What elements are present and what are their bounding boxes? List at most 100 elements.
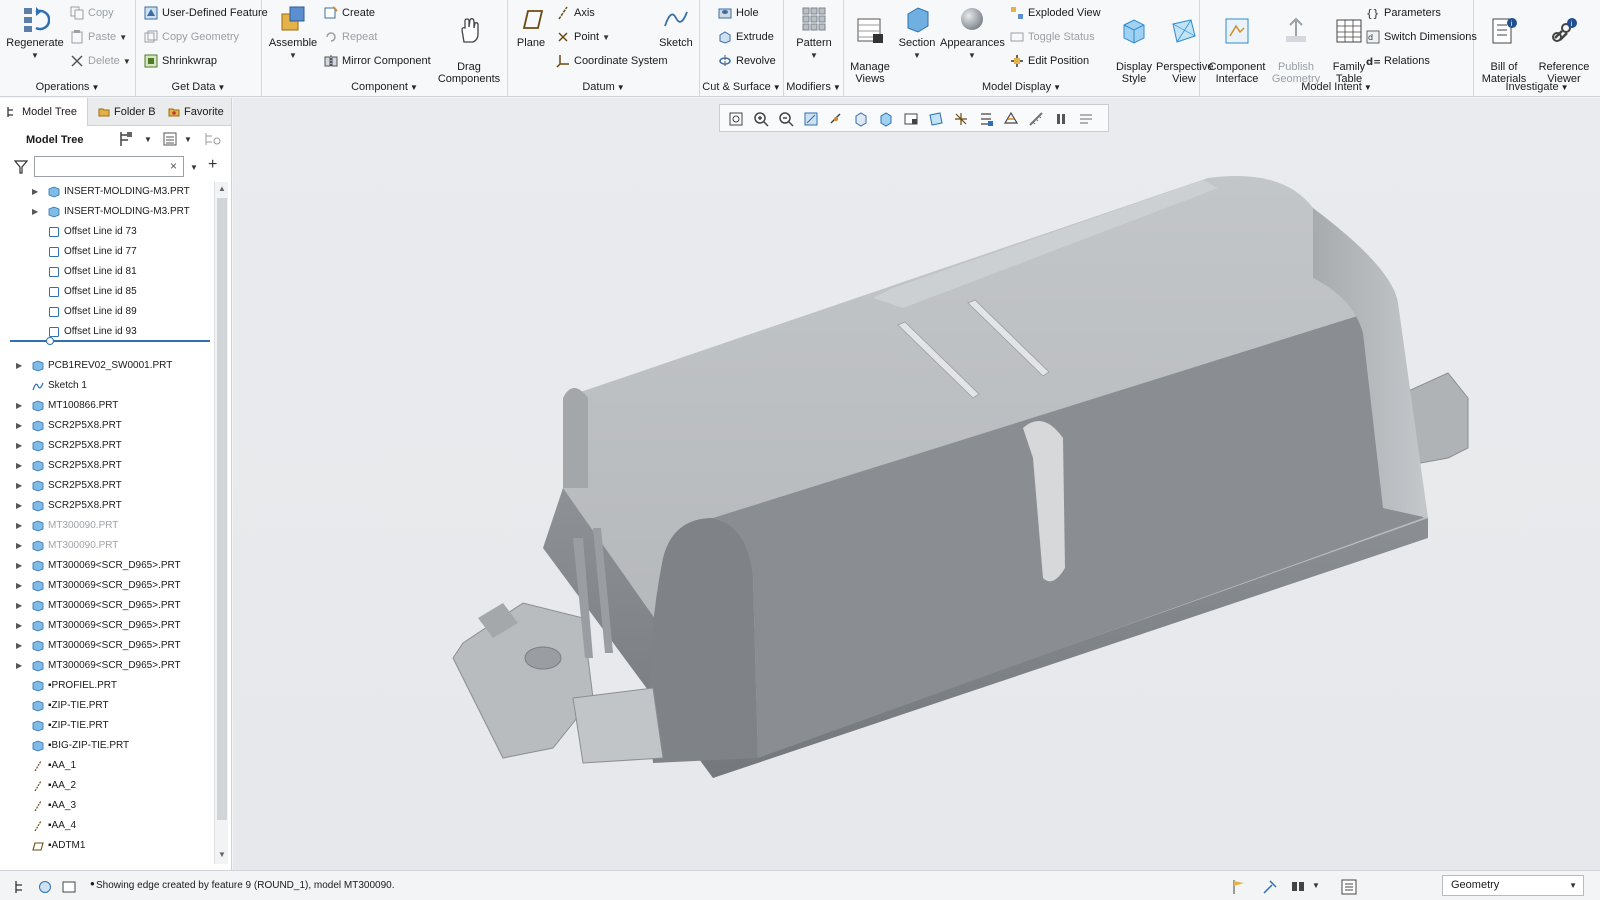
- tab-model-tree[interactable]: Model Tree: [0, 98, 88, 126]
- regenerate-button[interactable]: Regenerate ▼: [6, 4, 64, 62]
- relations-button[interactable]: d= Relations: [1366, 51, 1430, 71]
- expand-arrow-icon[interactable]: ▶: [16, 456, 22, 476]
- graphics-window[interactable]: [233, 98, 1600, 870]
- tree-filter-icon[interactable]: [204, 131, 222, 147]
- settings-icon[interactable]: [118, 130, 134, 148]
- browser-icon[interactable]: [38, 880, 52, 894]
- group-label-get-data[interactable]: Get Data ▼: [136, 81, 261, 93]
- clear-search-icon[interactable]: ×: [170, 159, 177, 173]
- expand-arrow-icon[interactable]: ▶: [16, 496, 22, 516]
- exploded-view-button[interactable]: Exploded View: [1010, 3, 1101, 23]
- filter-icon[interactable]: [14, 160, 28, 174]
- add-icon[interactable]: +: [208, 156, 217, 174]
- group-label-datum[interactable]: Datum ▼: [508, 81, 699, 93]
- drag-components-button[interactable]: Drag Components: [436, 4, 502, 85]
- smart-select-icon[interactable]: [1262, 879, 1278, 895]
- tree-search-input[interactable]: [34, 156, 184, 177]
- expand-arrow-icon[interactable]: ▶: [32, 182, 38, 202]
- model-3d-part[interactable]: [233, 98, 1600, 870]
- full-screen-icon[interactable]: [62, 880, 76, 894]
- hole-button[interactable]: Hole: [718, 3, 759, 23]
- group-label-operations[interactable]: Operations ▼: [0, 81, 135, 93]
- expand-arrow-icon[interactable]: ▶: [16, 596, 22, 616]
- expand-arrow-icon[interactable]: ▶: [16, 476, 22, 496]
- assemble-button[interactable]: Assemble ▼: [268, 4, 318, 62]
- udf-button[interactable]: User-Defined Feature: [144, 3, 268, 23]
- scroll-down-icon[interactable]: ▼: [218, 850, 226, 859]
- paste-button[interactable]: Paste ▼: [70, 27, 127, 47]
- insert-here-marker[interactable]: [10, 340, 210, 342]
- switch-dimensions-button[interactable]: d Switch Dimensions: [1366, 27, 1477, 47]
- expand-arrow-icon[interactable]: ▶: [16, 536, 22, 556]
- insert-here-handle[interactable]: [46, 337, 54, 345]
- create-button[interactable]: Create: [324, 3, 375, 23]
- show-chevron-down-icon[interactable]: ▼: [184, 135, 192, 144]
- flag-icon[interactable]: [1232, 879, 1246, 895]
- group-label-modifiers[interactable]: Modifiers ▼: [784, 81, 843, 93]
- tab-folder-browser[interactable]: Folder B: [92, 98, 158, 126]
- find-icon[interactable]: [1290, 879, 1306, 895]
- publish-geometry-button[interactable]: Publish Geometry: [1270, 4, 1322, 85]
- tree-scrollbar-thumb[interactable]: [217, 198, 227, 820]
- expand-arrow-icon[interactable]: ▶: [16, 516, 22, 536]
- expand-arrow-icon[interactable]: ▶: [32, 202, 38, 222]
- expand-arrow-icon[interactable]: ▶: [16, 416, 22, 436]
- find-chevron-down-icon[interactable]: ▼: [1312, 881, 1320, 890]
- expand-arrow-icon[interactable]: ▶: [16, 356, 22, 376]
- appearances-button[interactable]: Appearances ▼: [940, 4, 1005, 62]
- toggle-status-button[interactable]: Toggle Status: [1010, 27, 1095, 47]
- selection-filter-dropdown[interactable]: Geometry ▼: [1442, 875, 1584, 896]
- selection-list-icon[interactable]: [1340, 878, 1358, 896]
- tree-row-label: Offset Line id 77: [64, 246, 137, 257]
- reference-viewer-button[interactable]: i Reference Viewer: [1534, 4, 1594, 85]
- group-label-model-intent[interactable]: Model Intent ▼: [1200, 81, 1473, 93]
- expand-arrow-icon[interactable]: ▶: [16, 556, 22, 576]
- group-model-display: Manage Views Section ▼ Appearances ▼ Explo…: [844, 0, 1213, 97]
- expand-arrow-icon[interactable]: ▶: [16, 396, 22, 416]
- tree-scrollbar[interactable]: ▲ ▼: [214, 182, 228, 864]
- axis-button[interactable]: Axis: [556, 3, 595, 23]
- expand-arrow-icon[interactable]: ▶: [16, 436, 22, 456]
- navigator-tree-icon[interactable]: [14, 880, 28, 894]
- plane-button[interactable]: Plane: [512, 4, 550, 49]
- repeat-button[interactable]: Repeat: [324, 27, 377, 47]
- pattern-button[interactable]: Pattern ▼: [790, 4, 838, 62]
- tree-row-label: ▪AA_3: [48, 800, 77, 811]
- display-style-button[interactable]: Display Style: [1114, 4, 1154, 85]
- section-button[interactable]: Section ▼: [896, 4, 938, 62]
- delete-button[interactable]: Delete ▼: [70, 51, 131, 71]
- group-cut-surface: Hole Extrude Revolve Cut & Surface ▼: [700, 0, 784, 97]
- group-component: Assemble ▼ Create Repeat Mirror Component…: [262, 0, 508, 97]
- part-icon: [32, 600, 44, 612]
- expand-arrow-icon[interactable]: ▶: [16, 616, 22, 636]
- copy-button[interactable]: Copy: [70, 3, 114, 23]
- search-chevron-down-icon[interactable]: ▼: [190, 163, 198, 172]
- group-label-component[interactable]: Component ▼: [262, 81, 507, 93]
- copy-geometry-button[interactable]: Copy Geometry: [144, 27, 239, 47]
- part-icon: [32, 560, 44, 572]
- sketch-button[interactable]: Sketch: [656, 4, 696, 49]
- coordinate-system-button[interactable]: Coordinate System: [556, 51, 668, 71]
- group-label-model-display[interactable]: Model Display ▼: [844, 81, 1199, 93]
- edit-position-button[interactable]: Edit Position: [1010, 51, 1089, 71]
- shrinkwrap-button[interactable]: Shrinkwrap: [144, 51, 217, 71]
- point-button[interactable]: Point ▼: [556, 27, 610, 47]
- group-label-cut-surface[interactable]: Cut & Surface ▼: [700, 81, 783, 93]
- revolve-button[interactable]: Revolve: [718, 51, 776, 71]
- tab-favorites[interactable]: Favorite: [162, 98, 230, 126]
- bill-of-materials-button[interactable]: i Bill of Materials: [1478, 4, 1530, 85]
- show-icon[interactable]: [162, 131, 178, 147]
- group-label-investigate[interactable]: Investigate ▼: [1474, 81, 1600, 93]
- expand-arrow-icon[interactable]: ▶: [16, 576, 22, 596]
- expand-arrow-icon[interactable]: ▶: [16, 656, 22, 676]
- mirror-component-button[interactable]: Mirror Component: [324, 51, 431, 71]
- parameters-button[interactable]: {} Parameters: [1366, 3, 1441, 23]
- component-interface-button[interactable]: Component Interface: [1206, 4, 1268, 85]
- manage-views-button[interactable]: Manage Views: [848, 4, 892, 85]
- expand-arrow-icon[interactable]: ▶: [16, 636, 22, 656]
- status-bar: ● Showing edge created by feature 9 (ROU…: [0, 870, 1600, 900]
- scroll-up-icon[interactable]: ▲: [218, 184, 226, 193]
- settings-chevron-down-icon[interactable]: ▼: [144, 135, 152, 144]
- repeat-icon: [326, 32, 336, 42]
- extrude-button[interactable]: Extrude: [718, 27, 774, 47]
